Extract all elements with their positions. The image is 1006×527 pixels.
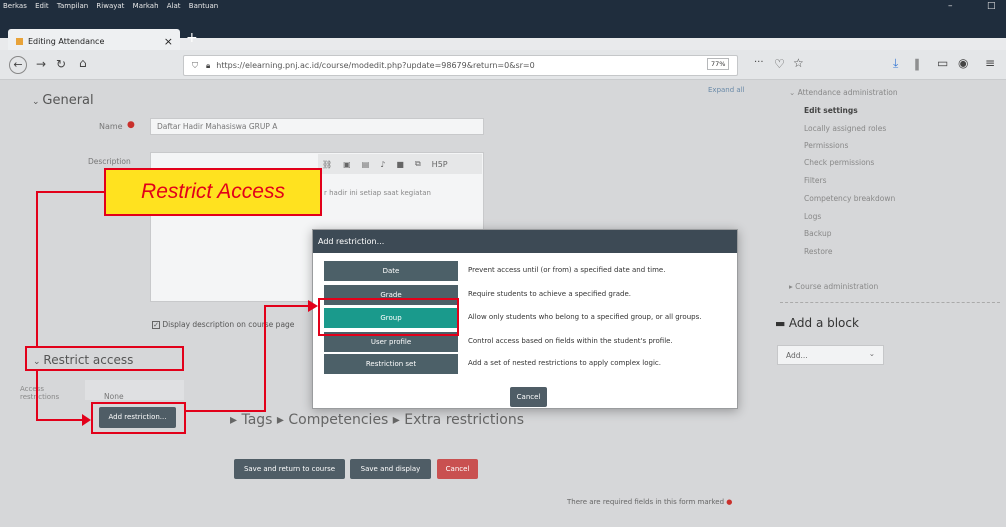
arrow-connector-3: [186, 305, 310, 412]
arrow-connector-2: [36, 371, 84, 421]
annotation-arrows: [36, 191, 318, 426]
arrowhead-2: [308, 300, 318, 312]
arrow-connector-1: [36, 191, 104, 346]
arrowhead-1: [82, 414, 91, 426]
restrict-access-callout: Restrict Access: [104, 168, 322, 216]
